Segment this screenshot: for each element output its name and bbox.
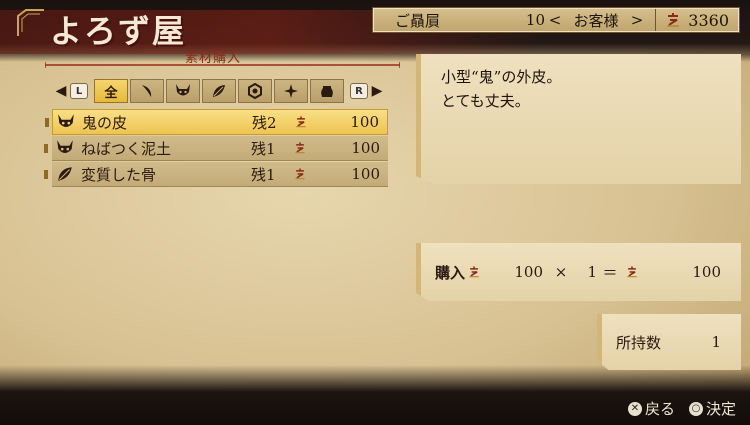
status-divider — [655, 9, 656, 31]
status-bar: ご贔屓 10 < お客様 > 3360 — [372, 7, 740, 33]
item-price: 100 — [350, 113, 379, 131]
item-stock: 残2 — [252, 113, 277, 132]
r-button-icon[interactable]: R — [350, 83, 368, 99]
sparkle-icon — [284, 84, 298, 98]
purchase-panel: 購入 100 × 1 ＝ 100 — [416, 243, 741, 301]
tab-hexagon[interactable] — [238, 79, 272, 103]
tab-next-arrow[interactable]: ▶ — [368, 80, 386, 102]
item-price: 100 — [351, 165, 380, 183]
owned-label: 所持数 — [616, 333, 662, 352]
purchase-quantity[interactable]: 1 — [579, 263, 597, 281]
coin-icon — [625, 264, 643, 280]
circle-button-icon: ○ — [688, 401, 703, 416]
item-name: ねばつく泥土 — [81, 139, 172, 158]
rank-value: 10 — [525, 11, 545, 29]
equals-sign: ＝ — [602, 263, 618, 282]
leaf-icon — [54, 164, 76, 184]
item-stock: 残1 — [251, 165, 276, 184]
item-price: 100 — [351, 139, 380, 157]
rank-label: ご贔屓 — [395, 11, 441, 30]
back-label: 戻る — [644, 400, 675, 418]
item-stock: 残1 — [251, 139, 276, 158]
owned-value: 1 — [711, 333, 721, 351]
coin-icon — [290, 114, 312, 130]
l-button-icon[interactable]: L — [70, 83, 88, 99]
item-name: 変質した骨 — [81, 165, 157, 184]
list-item[interactable]: ねばつく泥土 残1 100 — [44, 136, 388, 161]
owned-panel: 所持数 1 — [597, 314, 741, 370]
money-amount: 3360 — [688, 10, 729, 30]
demon-mask-icon — [55, 112, 77, 132]
description-line-2: とても丈夫。 — [441, 92, 530, 110]
tab-horn[interactable] — [130, 79, 164, 103]
row-marker — [44, 144, 48, 153]
cross-button-icon: ✕ — [627, 401, 642, 416]
section-divider — [45, 62, 400, 68]
row-marker — [44, 170, 48, 179]
rank-next-arrow[interactable]: > — [627, 11, 647, 29]
description-line-1: 小型“鬼”の外皮。 — [441, 68, 562, 86]
tab-pot[interactable] — [310, 79, 344, 103]
horn-icon — [142, 85, 152, 97]
tab-prev-arrow[interactable]: ◀ — [52, 80, 70, 102]
row-marker — [45, 118, 49, 127]
coin-icon — [289, 140, 311, 156]
demon-mask-icon — [176, 84, 190, 96]
item-list: 鬼の皮 残2 100 ねばつく泥土 残1 100 変質した骨 残1 100 — [44, 109, 388, 188]
tab-all[interactable]: 全 — [94, 79, 128, 103]
tab-demon[interactable] — [166, 79, 200, 103]
leaf-icon — [213, 85, 225, 97]
back-button[interactable]: ✕ 戻る — [627, 398, 675, 419]
tab-all-label: 全 — [104, 85, 118, 101]
list-item[interactable]: 変質した骨 残1 100 — [44, 162, 388, 187]
demon-mask-icon — [54, 138, 76, 158]
corner-ornament-icon — [17, 9, 44, 36]
button-prompts: ✕ 戻る ○ 決定 — [614, 398, 736, 419]
coin-icon — [667, 13, 679, 27]
purchase-total: 100 — [692, 263, 721, 281]
unit-price: 100 — [514, 263, 544, 281]
coin-icon — [467, 264, 485, 280]
tab-leaf[interactable] — [202, 79, 236, 103]
purchase-label: 購入 — [435, 263, 466, 282]
confirm-label: 決定 — [705, 400, 736, 418]
tab-sparkle[interactable] — [274, 79, 308, 103]
shop-title: よろず屋 — [50, 12, 187, 50]
category-tabs: ◀ L 全 R ▶ — [52, 79, 386, 103]
list-item[interactable]: 鬼の皮 残2 100 — [45, 109, 388, 135]
rank-prev-arrow[interactable]: < — [545, 11, 565, 29]
item-name: 鬼の皮 — [82, 113, 128, 132]
hexagon-icon — [248, 83, 262, 99]
description-panel: 小型“鬼”の外皮。 とても丈夫。 — [416, 54, 741, 184]
coin-icon — [289, 166, 311, 182]
pot-icon — [321, 86, 333, 97]
times-sign: × — [554, 263, 568, 281]
confirm-button[interactable]: ○ 決定 — [688, 398, 736, 419]
rank-name: お客様 — [573, 11, 619, 30]
